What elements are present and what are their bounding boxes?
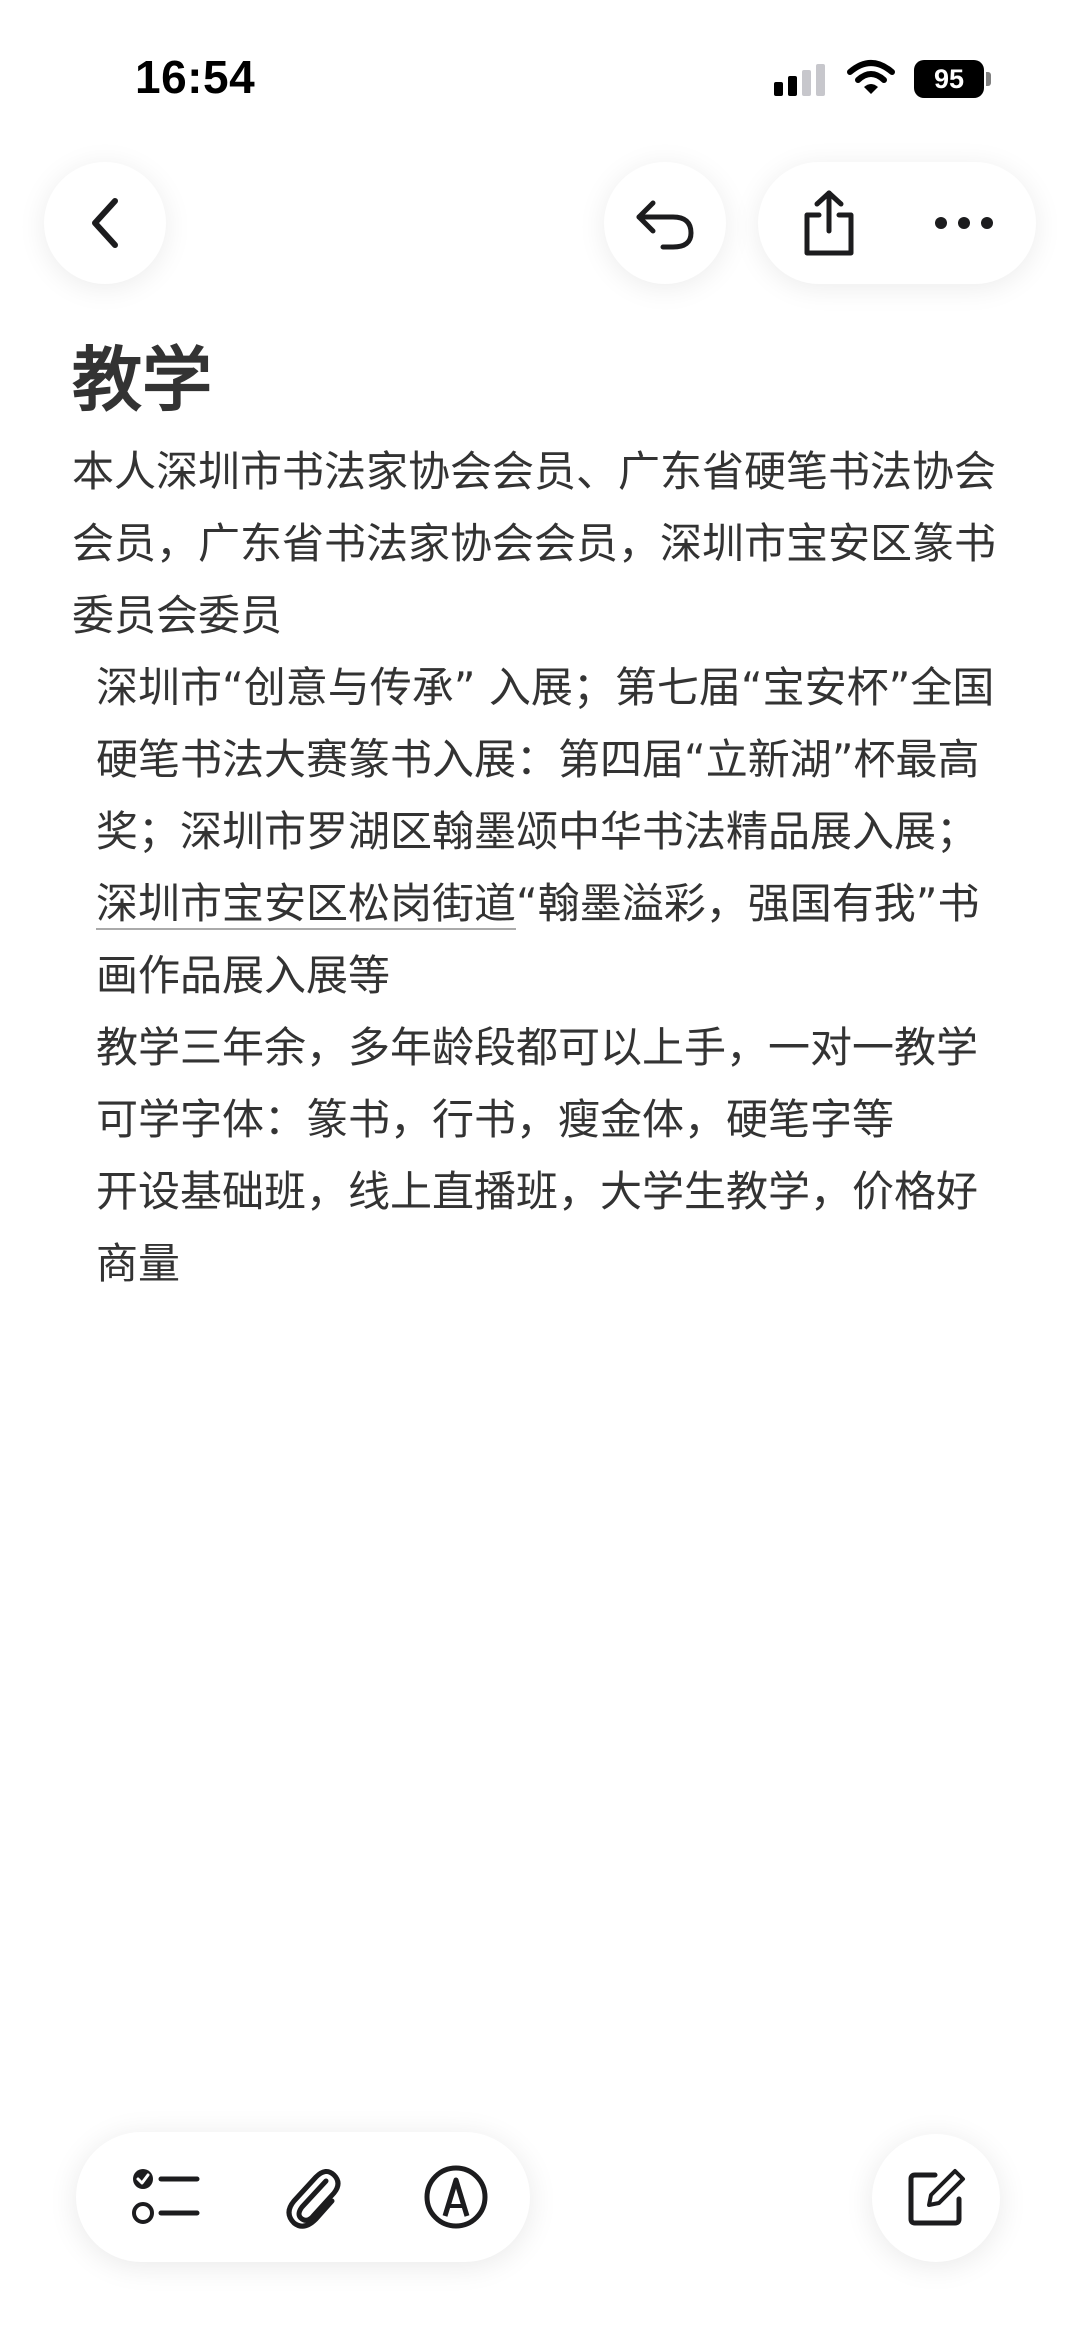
back-button[interactable] <box>44 162 166 284</box>
detected-address-link[interactable]: 深圳市宝安区松岗街道 <box>96 879 517 930</box>
undo-icon <box>636 200 694 250</box>
status-bar: 16:54 95 <box>0 0 1080 150</box>
checklist-button[interactable] <box>106 2132 226 2262</box>
share-button[interactable] <box>774 162 884 284</box>
wifi-icon <box>847 60 895 94</box>
note-title[interactable]: 教学 <box>72 330 1012 430</box>
paragraph-text: 深圳市“创意与传承” 入展；第七届“宝安杯”全国硬笔书法大赛篆书入展：第四届“立… <box>96 663 995 856</box>
status-time: 16:54 <box>135 51 256 103</box>
share-icon <box>804 190 854 256</box>
battery-level: 95 <box>933 63 965 94</box>
markup-button[interactable] <box>396 2132 516 2262</box>
note-paragraph: 开设基础班，线上直播班，大学生教学，价格好商量 <box>96 1167 979 1288</box>
attach-button[interactable] <box>252 2132 372 2262</box>
cellular-signal-icon <box>774 64 825 96</box>
note-content[interactable]: 教学 本人深圳市书法家协会会员、广东省硬笔书法协会会员，广东省书法家协会会员，深… <box>72 330 1012 1300</box>
battery-indicator: 95 <box>914 60 991 98</box>
undo-button[interactable] <box>604 162 726 284</box>
compose-icon <box>908 2169 965 2226</box>
note-paragraph: 深圳市“创意与传承” 入展；第七届“宝安杯”全国硬笔书法大赛篆书入展：第四届“立… <box>72 652 1012 1012</box>
note-paragraph: 教学三年余，多年龄段都可以上手，一对一教学 <box>96 1023 979 1072</box>
pen-markup-icon <box>424 2165 488 2229</box>
checklist-icon <box>132 2169 200 2224</box>
actions-group <box>758 162 1036 284</box>
bottom-toolbar <box>76 2132 530 2262</box>
more-button[interactable] <box>908 162 1020 284</box>
paperclip-icon <box>286 2169 341 2229</box>
ellipsis-icon <box>935 217 993 229</box>
notes-page: 16:54 95 教学 本人深圳市书法家协会会员、广东省硬笔书法协会会员，广东省… <box>0 0 1080 2341</box>
note-paragraph: 可学字体：篆书，行书，瘦金体，硬笔字等 <box>96 1095 895 1144</box>
chevron-left-icon <box>92 198 118 248</box>
note-body[interactable]: 本人深圳市书法家协会会员、广东省硬笔书法协会会员，广东省书法家协会会员，深圳市宝… <box>72 436 1012 1300</box>
note-paragraph: 本人深圳市书法家协会会员、广东省硬笔书法协会会员，广东省书法家协会会员，深圳市宝… <box>72 447 997 640</box>
compose-button[interactable] <box>872 2134 1000 2262</box>
